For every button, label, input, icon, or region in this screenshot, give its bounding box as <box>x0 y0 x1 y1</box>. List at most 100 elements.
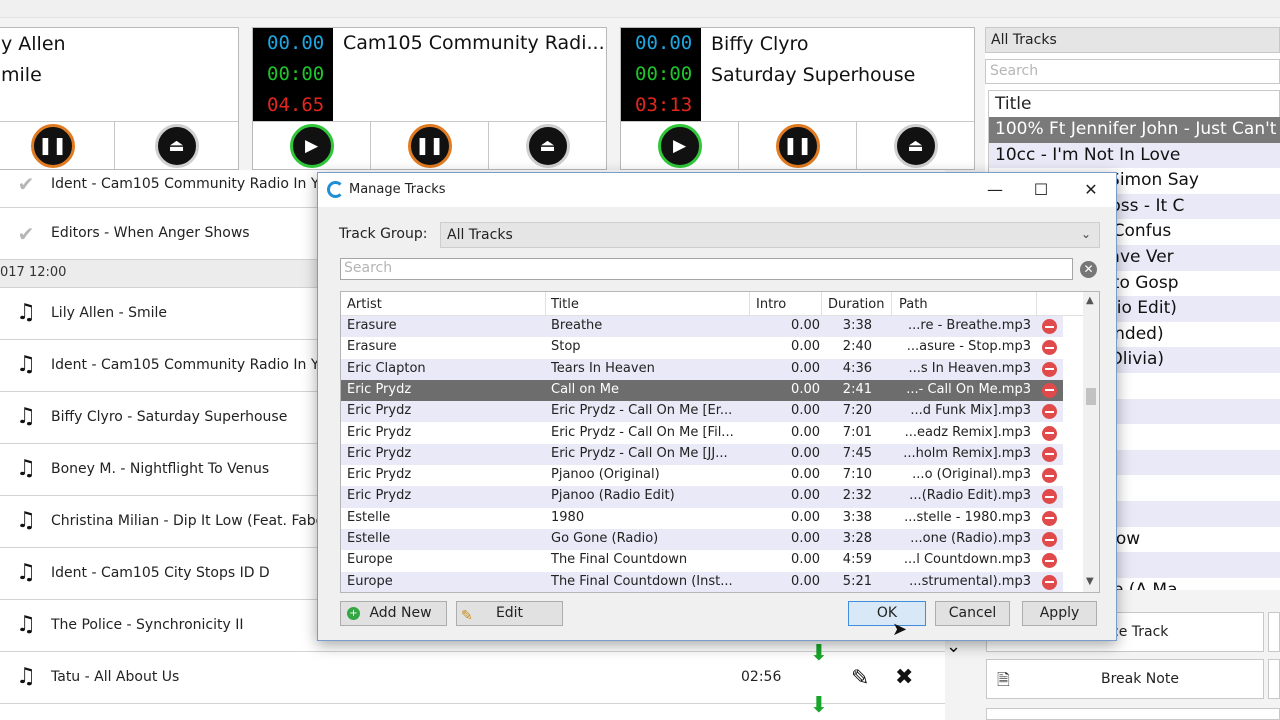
cell-artist: Eric Prydz <box>347 488 412 504</box>
arrow-down-icon[interactable]: ⬇ <box>806 693 832 719</box>
cell-title: The Final Countdown <box>551 552 688 568</box>
deck-2-clock: 00.00 00:00 04.65 <box>253 28 333 122</box>
list-item-label: Ident - Cam105 Community Radio In You <box>51 176 335 192</box>
maximize-button[interactable]: ☐ <box>1018 173 1064 207</box>
check-icon: ✔ <box>17 222 35 246</box>
column-title[interactable]: Title <box>551 297 579 312</box>
remove-icon[interactable] <box>1042 361 1057 377</box>
deck-1-controls: ❚❚ ⏏ <box>0 121 238 169</box>
deck-3-controls: ▶ ❚❚ ⏏ <box>621 121 974 169</box>
tracks-table: Artist Title Intro Duration Path Erasure… <box>340 291 1100 593</box>
close-button[interactable]: ✕ <box>1068 173 1114 207</box>
hour-header-label: 017 12:00 <box>0 265 67 280</box>
cell-intro: 0.00 <box>791 381 820 397</box>
pause-icon[interactable]: ❚❚ <box>30 123 75 168</box>
remove-icon[interactable] <box>1042 319 1057 334</box>
column-separator <box>891 292 892 316</box>
play-icon[interactable]: ▶ <box>657 123 702 168</box>
table-row[interactable]: Estelle Go Gone (Radio) 0.00 3:28 ...one (Ra… <box>341 529 1063 551</box>
remove-icon[interactable] <box>1042 553 1057 569</box>
remove-icon[interactable] <box>1042 574 1057 590</box>
remove-icon[interactable] <box>1042 340 1057 356</box>
cell-artist: Europe <box>347 552 393 568</box>
column-intro[interactable]: Intro <box>756 297 786 312</box>
scroll-thumb[interactable] <box>1086 388 1096 405</box>
deck-2-play-cell: ▶ <box>253 122 371 169</box>
remove-icon[interactable] <box>1042 532 1057 547</box>
pencil-icon[interactable]: ✎ <box>851 666 869 691</box>
table-row[interactable]: Eric Prydz Pjanoo (Original) 0.00 7:10 ...o … <box>341 465 1063 486</box>
table-row[interactable]: Eric Prydz Call on Me 0.00 2:41 ...- Call On… <box>341 379 1063 402</box>
remove-icon[interactable] <box>1042 510 1057 526</box>
cell-intro: 0.00 <box>791 339 820 355</box>
cell-intro: 0.00 <box>791 573 820 589</box>
list-item-label: The Police - Synchronicity II <box>51 617 244 633</box>
arrow-down-icon[interactable]: ⬇ <box>806 641 832 667</box>
cancel-button[interactable]: Cancel <box>935 601 1010 626</box>
scroll-down-icon[interactable]: ▼ <box>1086 576 1094 587</box>
table-row[interactable]: Eric Prydz Pjanoo (Radio Edit) 0.00 2:32...… <box>341 486 1063 508</box>
table-row[interactable]: Europe The Final Countdown (Inst... 0.00 5:… <box>341 571 1063 592</box>
eject-icon[interactable]: ⏏ <box>893 123 938 168</box>
remove-icon[interactable] <box>1042 489 1057 505</box>
remove-icon[interactable] <box>1042 382 1057 398</box>
side-button[interactable] <box>1268 612 1280 652</box>
scroll-up-icon[interactable]: ▲ <box>1086 295 1094 306</box>
remove-icon[interactable] <box>1042 446 1057 462</box>
apply-button[interactable]: Apply <box>1022 601 1097 626</box>
cell-title: Pjanoo (Radio Edit) <box>551 488 675 504</box>
remove-icon[interactable] <box>1042 468 1057 484</box>
minimize-button[interactable]: — <box>972 173 1018 207</box>
pause-icon[interactable]: ❚❚ <box>407 123 452 168</box>
clear-search-icon[interactable]: ✕ <box>1080 261 1097 278</box>
vertical-scrollbar[interactable]: ▲ ▼ <box>1083 292 1099 592</box>
eject-icon[interactable]: ⏏ <box>525 123 570 168</box>
break-note-button[interactable]: 🗎 Break Note <box>986 659 1264 699</box>
player-deck-1: y Allen mile ❚❚ ⏏ <box>0 27 239 170</box>
cell-intro: 0.00 <box>791 318 820 333</box>
column-artist[interactable]: Artist <box>347 297 382 312</box>
music-note-icon: ♫ <box>16 456 36 481</box>
library-column-title[interactable]: Title <box>988 90 1280 117</box>
table-row[interactable]: Eric Prydz Eric Prydz - Call On Me [JJ...… <box>341 443 1063 466</box>
edit-button[interactable]: ✎ Edit <box>456 601 563 626</box>
eject-icon[interactable]: ⏏ <box>154 123 199 168</box>
remove-icon[interactable] <box>1042 425 1057 441</box>
close-icon[interactable]: ✖ <box>895 665 913 690</box>
cell-intro: 0.00 <box>791 424 820 440</box>
list-item[interactable]: ♫ Tatu - All About Us 02:56 <box>0 652 945 704</box>
pause-icon[interactable]: ❚❚ <box>775 123 820 168</box>
cell-path: ...s In Heaven.mp3 <box>908 360 1032 376</box>
table-row[interactable]: Eric Prydz Eric Prydz - Call On Me [Fil..… <box>341 423 1063 444</box>
chevron-down-icon: ⌄ <box>1080 227 1091 241</box>
side-button[interactable] <box>1268 659 1280 699</box>
music-note-icon: ♫ <box>16 300 36 325</box>
table-row[interactable]: Europe The Final Countdown 0.00 4:59 ...l Co… <box>341 550 1063 571</box>
add-new-button[interactable]: + Add New <box>340 601 447 626</box>
ok-button[interactable]: OK <box>848 601 926 626</box>
library-group-select[interactable]: All Tracks <box>985 27 1280 53</box>
column-duration[interactable]: Duration <box>828 297 884 312</box>
table-header: Artist Title Intro Duration Path <box>341 292 1083 316</box>
edit-label: Edit <box>495 605 524 621</box>
cell-intro: 0.00 <box>791 509 820 525</box>
library-row[interactable]: 100% Ft Jennifer John - Just Can't Wa <box>989 117 1280 143</box>
remove-icon[interactable] <box>1042 404 1057 420</box>
table-row[interactable]: Eric Prydz Eric Prydz - Call On Me [Er...… <box>341 401 1063 423</box>
play-icon[interactable]: ▶ <box>289 123 334 168</box>
library-search-input[interactable]: Search <box>985 59 1280 84</box>
bottom-button[interactable] <box>986 708 1280 720</box>
table-row[interactable]: Erasure Stop 0.00 2:40 ...asure - Stop.mp3 <box>341 337 1063 358</box>
column-path[interactable]: Path <box>899 297 928 312</box>
library-row[interactable]: 10cc - I'm Not In Love <box>989 142 1280 169</box>
track-group-select[interactable]: All Tracks ⌄ <box>440 222 1100 248</box>
cell-intro: 0.00 <box>791 552 820 568</box>
search-input[interactable]: Search <box>340 258 1073 280</box>
cell-title: Call on Me <box>551 381 619 397</box>
deck-1-eject-cell: ⏏ <box>115 122 238 169</box>
table-row[interactable]: Erasure Breathe 0.00 3:38 ...re - Breathe.mp… <box>341 316 1063 338</box>
pencil-icon: ✎ <box>461 608 473 624</box>
table-row[interactable]: Eric Clapton Tears In Heaven 0.00 4:36 ...s … <box>341 358 1063 380</box>
check-icon: ✔ <box>17 172 35 196</box>
table-row[interactable]: Estelle 1980 0.00 3:38 ...stelle - 1980.mp3 <box>341 508 1063 529</box>
